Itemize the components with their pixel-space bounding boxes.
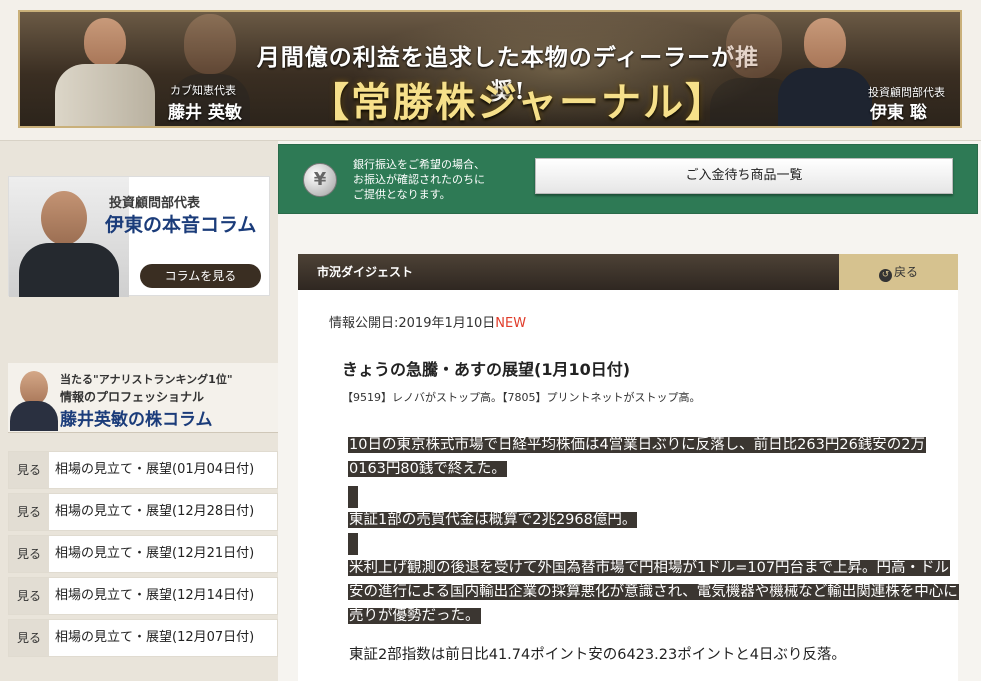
article-link[interactable]: 相場の見立て・展望(12月14日付) [55,578,254,614]
publish-date: 情報公開日:2019年1月10日NEW [329,312,526,331]
fujii-column-card[interactable]: 当たる"アナリストランキング1位" 情報のプロフェッショナル 藤井英敏の株コラム [8,363,278,433]
payment-message-line: 銀行振込をご希望の場合、 [353,158,485,171]
banner-person-left [50,14,160,126]
see-button[interactable]: 見る [9,536,49,572]
fujii-subtitle: 情報のプロフェッショナル [60,390,205,404]
article-title: きょうの急騰・あすの展望(1月10日付) [342,360,631,379]
fujii-tagline: 当たる"アナリストランキング1位" [60,373,233,386]
header-banner-area: カブ知恵代表 藤井 英敏 月間億の利益を追求した本物のディーラーが推奨! 【常勝… [0,0,981,141]
banner-title: 【常勝株ジャーナル】 [309,79,727,126]
ito-column-card[interactable]: 投資顧問部代表 伊東の本音コラム コラムを見る [8,176,270,297]
back-arrow-icon: ↺ [878,269,892,282]
fujii-column-title: 藤井英敏の株コラム [60,410,213,430]
promo-banner[interactable]: カブ知恵代表 藤井 英敏 月間億の利益を追求した本物のディーラーが推奨! 【常勝… [18,10,962,128]
banner-person-right [774,14,874,126]
payment-message-line: お振込が確認されたのちに [353,173,485,186]
article-paragraph: 東証2部指数は前日比41.74ポイント安の6423.23ポイントと4日ぶり反落。 [349,647,846,663]
view-column-button[interactable]: コラムを見る [140,264,261,288]
see-button[interactable]: 見る [9,494,49,530]
article-link[interactable]: 相場の見立て・展望(01月04日付) [55,452,254,488]
banner-left-role: カブ知恵代表 [170,84,236,97]
banner-right-name: 伊東 聡 [870,103,927,123]
list-item[interactable]: 見る 相場の見立て・展望(01月04日付) [8,451,278,489]
list-item[interactable]: 見る 相場の見立て・展望(12月14日付) [8,577,278,615]
article-body: 情報公開日:2019年1月10日NEW きょうの急騰・あすの展望(1月10日付)… [298,290,959,681]
back-label: 戻る [893,265,918,279]
publish-date-label: 情報公開日:2019年1月10日 [329,316,496,331]
pending-products-button[interactable]: ご入金待ち商品一覧 [535,158,953,194]
section-title: 市況ダイジェスト [317,265,414,279]
main-content: ¥ 銀行振込をご希望の場合、 お振込が確認されたのちに ご提供となります。 ご入… [278,141,981,681]
ito-column-title: 伊東の本音コラム [105,214,257,236]
payment-notice-bar: ¥ 銀行振込をご希望の場合、 お振込が確認されたのちに ご提供となります。 ご入… [278,144,978,214]
article-link[interactable]: 相場の見立て・展望(12月28日付) [55,494,254,530]
article-link[interactable]: 相場の見立て・展望(12月07日付) [55,620,254,656]
highlight-gap [348,486,358,508]
banner-left-name: 藤井 英敏 [168,103,242,123]
list-item[interactable]: 見る 相場の見立て・展望(12月07日付) [8,619,278,657]
article-subtitle: 【9519】レノバがストップ高。【7805】プリントネットがストップ高。 [342,391,701,404]
article-link[interactable]: 相場の見立て・展望(12月21日付) [55,536,254,572]
yen-coin-icon: ¥ [303,163,337,197]
new-badge: NEW [495,316,527,331]
payment-message: 銀行振込をご希望の場合、 お振込が確認されたのちに ご提供となります。 [353,157,485,202]
highlight-gap [348,533,358,555]
back-button[interactable]: ↺ 戻る [839,254,958,290]
article-paragraph: 10日の東京株式市場で日経平均株価は4営業日ぶりに反落し、前日比263円26銭安… [348,437,927,477]
list-item[interactable]: 見る 相場の見立て・展望(12月28日付) [8,493,278,531]
see-button[interactable]: 見る [9,578,49,614]
article-paragraph: 米利上げ観測の後退を受けて外国為替市場で円相場が1ドル=107円台まで上昇。円高… [348,560,959,624]
section-header: 市況ダイジェスト ↺ 戻る [298,254,958,290]
fujii-avatar [8,367,60,431]
left-sidebar: 投資顧問部代表 伊東の本音コラム コラムを見る 当たる"アナリストランキング1位… [0,141,278,681]
see-button[interactable]: 見る [9,620,49,656]
ito-column-role: 投資顧問部代表 [109,196,201,211]
column-article-list: 見る 相場の見立て・展望(01月04日付) 見る 相場の見立て・展望(12月28… [8,451,278,661]
payment-message-line: ご提供となります。 [353,188,451,201]
article-paragraph: 東証1部の売買代金は概算で2兆2968億円。 [348,512,638,528]
see-button[interactable]: 見る [9,452,49,488]
list-item[interactable]: 見る 相場の見立て・展望(12月21日付) [8,535,278,573]
